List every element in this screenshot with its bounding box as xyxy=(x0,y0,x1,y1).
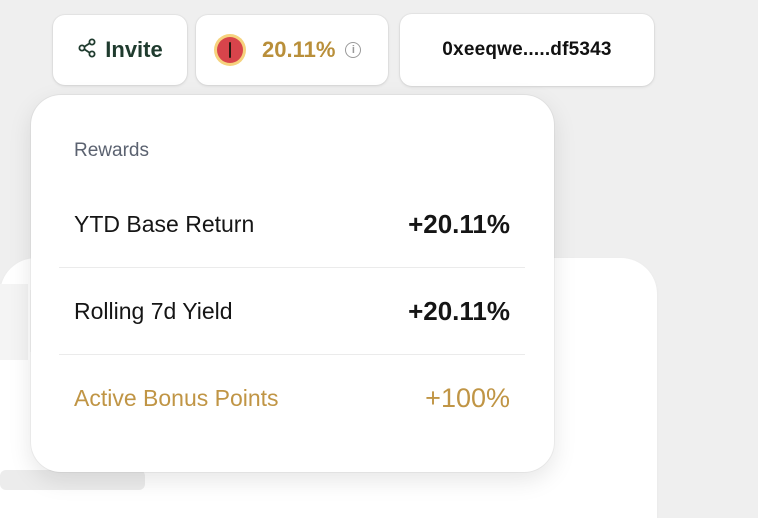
info-icon[interactable]: i xyxy=(345,42,362,58)
reward-row-active-bonus-points: Active Bonus Points +100% xyxy=(59,355,525,442)
wallet-address: 0xeeqwe.....df5343 xyxy=(442,39,612,60)
invite-button[interactable]: Invite xyxy=(53,15,187,85)
reward-row-value: +20.11% xyxy=(408,295,510,326)
reward-row-ytd-base-return: YTD Base Return +20.11% xyxy=(59,181,525,268)
yield-value: 20.11% xyxy=(262,37,336,62)
wallet-address-button[interactable]: 0xeeqwe.....df5343 xyxy=(400,14,654,86)
reward-row-label: Active Bonus Points xyxy=(74,385,279,411)
rewards-popover: Rewards YTD Base Return +20.11% Rolling … xyxy=(31,95,554,472)
token-logo-icon xyxy=(214,34,246,66)
reward-row-label: Rolling 7d Yield xyxy=(74,297,233,324)
share-icon xyxy=(77,38,97,63)
reward-row-rolling-7d-yield: Rolling 7d Yield +20.11% xyxy=(59,268,525,355)
background-sidebar-strip xyxy=(0,284,28,360)
reward-row-value: +20.11% xyxy=(408,208,510,239)
reward-row-label: YTD Base Return xyxy=(74,210,255,237)
invite-label: Invite xyxy=(105,37,163,62)
rewards-title: Rewards xyxy=(74,140,149,161)
background-footer-strip xyxy=(0,470,145,490)
yield-button[interactable]: 20.11% i xyxy=(196,15,388,85)
reward-row-value: +100% xyxy=(425,383,510,413)
